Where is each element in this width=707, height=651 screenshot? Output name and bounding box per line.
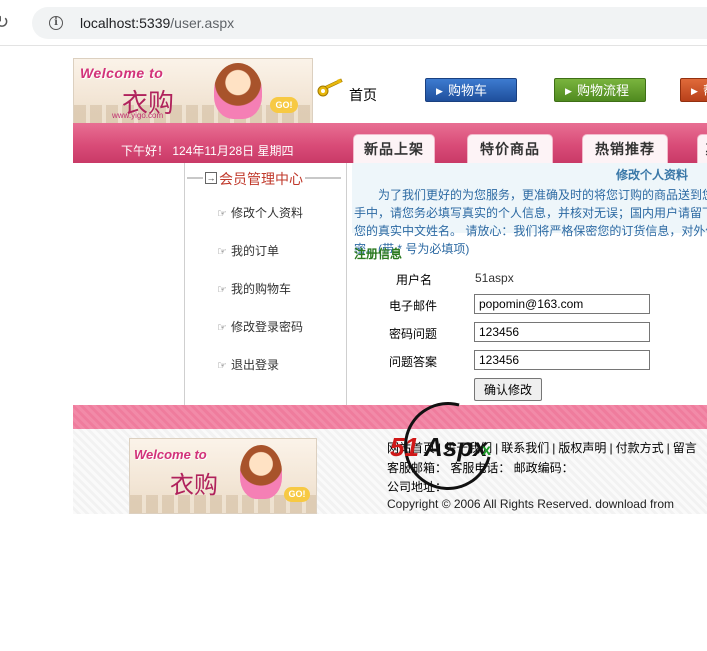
pointing-hand-icon: ☞ — [217, 208, 227, 220]
greeting-date: 下午好！ 124年11月28日 星期四 — [121, 144, 294, 158]
tab-new-products[interactable]: 新品上架 — [353, 134, 435, 164]
confirm-edit-button[interactable]: 确认修改 — [474, 378, 542, 401]
enter-icon: → — [205, 172, 217, 184]
reload-icon[interactable]: ↻ — [0, 12, 9, 33]
footer-link-copyright[interactable]: 版权声明 — [558, 441, 606, 455]
watermark-aspx-text: Aspx — [424, 432, 488, 462]
email-field[interactable] — [474, 294, 650, 314]
home-link[interactable]: 首页 — [349, 85, 377, 105]
profile-main: 修改个人资料 为了我们更好的为您服务，更准确及时的将您订购的商品送到您手中，请您… — [352, 163, 707, 405]
notice-text: 为了我们更好的为您服务，更准确及时的将您订购的商品送到您手中，请您务必填写真实的… — [354, 188, 707, 256]
logo-welcome-text: Welcome to — [134, 447, 207, 462]
question-label: 密码问题 — [388, 327, 437, 341]
footer-logo[interactable]: Welcome to 衣购 GO! — [129, 438, 317, 514]
footer-link-guestbook[interactable]: 留言 — [673, 441, 697, 455]
member-sidebar: → 会员管理中心 ☞ 修改个人资料 ☞ 我的订单 ☞ 我的购物车 ☞ 修改登录密码 ☞ 退… — [184, 163, 347, 405]
sidebar-item-my-cart[interactable]: ☞ 我的购物车 — [217, 280, 291, 297]
logo-go-badge: GO! — [270, 97, 298, 113]
pointing-hand-icon: ☞ — [217, 322, 227, 334]
footer-link-payment[interactable]: 付款方式 — [616, 441, 664, 455]
cart-button[interactable]: ▶ 购物车 — [425, 78, 517, 102]
cart-button-label: 购物车 — [448, 83, 488, 98]
logo-go-badge: GO! — [284, 487, 310, 502]
answer-field[interactable] — [474, 350, 650, 370]
tab-hot-sales[interactable]: 热销推荐 — [582, 134, 668, 164]
email-label: 电子邮件 — [388, 299, 437, 313]
tab-special-offers[interactable]: 特价商品 — [467, 134, 553, 164]
answer-label: 问题答案 — [388, 355, 437, 369]
sidebar-title-text: 会员管理中心 — [219, 171, 303, 187]
help-button[interactable]: ▶帮 — [680, 78, 707, 102]
sidebar-title: → 会员管理中心 — [185, 169, 346, 187]
username-label: 用户名 — [395, 273, 432, 287]
watermark-x-mark: x — [482, 442, 491, 459]
divider — [187, 177, 203, 179]
pointing-hand-icon: ☞ — [217, 284, 227, 296]
site-info-icon[interactable]: i — [49, 16, 63, 30]
sidebar-item-logout[interactable]: ☞ 退出登录 — [217, 356, 279, 373]
address-bar-url[interactable]: localhost:5339/user.aspx — [80, 15, 234, 31]
footer-copyright: Copyright © 2006 All Rights Reserved. do… — [387, 497, 674, 511]
shopping-flow-button-label: 购物流程 — [577, 83, 630, 98]
registration-info-title: 注册信息 — [354, 247, 403, 261]
logo-girl-illustration — [214, 63, 262, 119]
pointing-hand-icon: ☞ — [217, 360, 227, 372]
site-logo[interactable]: Welcome to 衣购 www.yigo.com GO! — [73, 58, 313, 124]
browser-chrome: ↻ i localhost:5339/user.aspx — [0, 0, 707, 46]
play-arrow-icon: ▶ — [436, 86, 443, 96]
key-icon — [317, 78, 343, 97]
pointing-hand-icon: ☞ — [217, 246, 227, 258]
watermark-logo: 51 Aspx x — [387, 385, 509, 507]
logo-girl-illustration — [240, 445, 282, 499]
watermark-51-text: 51 — [390, 432, 419, 462]
play-arrow-icon: ▶ — [565, 86, 572, 96]
help-button-label: 帮 — [703, 83, 707, 98]
question-field[interactable] — [474, 322, 650, 342]
sidebar-item-my-orders[interactable]: ☞ 我的订单 — [217, 242, 279, 259]
logo-brand-text: 衣购 — [170, 471, 218, 499]
shopping-flow-button[interactable]: ▶ 购物流程 — [554, 78, 646, 102]
sidebar-item-change-password[interactable]: ☞ 修改登录密码 — [217, 318, 303, 335]
sidebar-item-edit-profile[interactable]: ☞ 修改个人资料 — [217, 204, 303, 221]
logo-welcome-text: Welcome to — [80, 65, 164, 81]
divider — [305, 177, 341, 179]
tab-more[interactable]: 其 — [697, 134, 707, 164]
page-title: 修改个人资料 — [616, 168, 689, 182]
footer-link-contact[interactable]: 联系我们 — [501, 441, 549, 455]
play-arrow-icon: ▶ — [691, 86, 698, 96]
username-value: 51aspx — [475, 271, 514, 285]
logo-url-text: www.yigo.com — [112, 111, 164, 120]
